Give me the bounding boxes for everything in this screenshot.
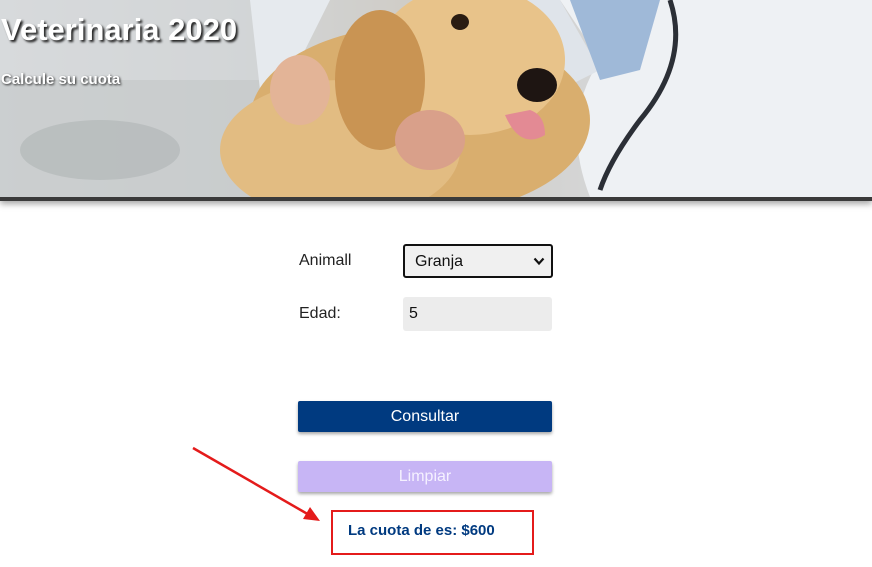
result-highlight-box: La cuota de es: $600	[331, 510, 534, 555]
page-title: Veterinaria 2020	[1, 12, 238, 47]
consultar-button[interactable]: Consultar	[298, 401, 552, 432]
animal-label: Animall	[299, 252, 352, 269]
animal-select[interactable]: Granja	[403, 244, 553, 278]
page-subtitle: Calcule su cuota	[1, 71, 121, 88]
chevron-down-icon	[533, 257, 545, 266]
edad-input[interactable]: 5	[403, 297, 552, 331]
edad-input-value: 5	[409, 305, 418, 322]
animal-select-value: Granja	[415, 253, 464, 270]
hero-banner: Veterinaria 2020 Calcule su cuota	[0, 0, 872, 201]
edad-label: Edad:	[299, 305, 341, 322]
limpiar-button[interactable]: Limpiar	[298, 461, 552, 492]
result-text: La cuota de es: $600	[348, 522, 495, 539]
